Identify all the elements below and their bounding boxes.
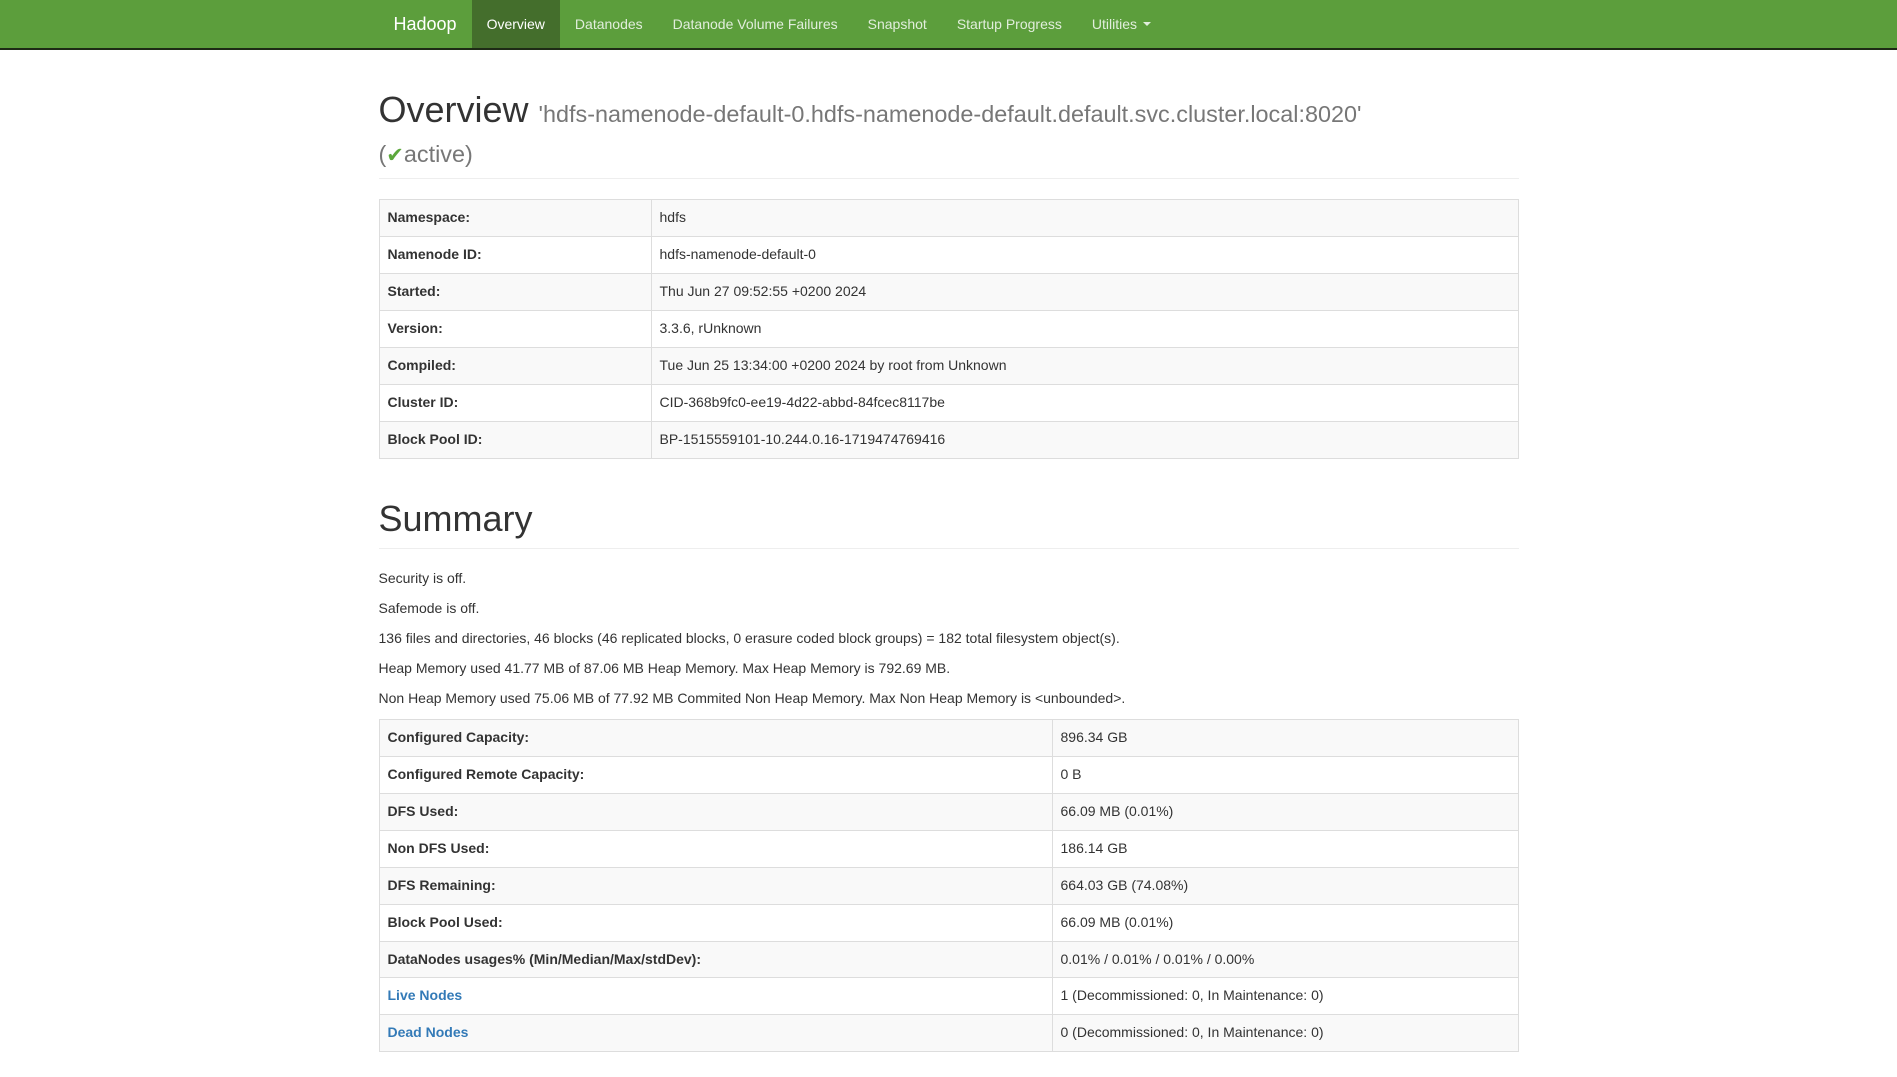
nav-tab-overview[interactable]: Overview	[472, 0, 560, 48]
table-row: Compiled: Tue Jun 25 13:34:00 +0200 2024…	[379, 348, 1518, 385]
info-value: hdfs-namenode-default-0	[651, 237, 1518, 274]
table-row: Configured Capacity: 896.34 GB	[379, 719, 1518, 756]
table-row: Namespace: hdfs	[379, 200, 1518, 237]
table-row: Started: Thu Jun 27 09:52:55 +0200 2024	[379, 274, 1518, 311]
summary-label: Non DFS Used:	[379, 830, 1052, 867]
info-label: Started:	[379, 274, 651, 311]
nav-dropdown-utilities-label: Utilities	[1092, 14, 1137, 34]
nav-tab-datanodes[interactable]: Datanodes	[560, 0, 658, 48]
table-row: Cluster ID: CID-368b9fc0-ee19-4d22-abbd-…	[379, 385, 1518, 422]
info-value: BP-1515559101-10.244.0.16-1719474769416	[651, 422, 1518, 459]
dead-nodes-link[interactable]: Dead Nodes	[388, 1024, 469, 1040]
navbar-container: Hadoop Overview Datanodes Datanode Volum…	[364, 0, 1534, 48]
nav-tab-startup-progress[interactable]: Startup Progress	[942, 0, 1077, 48]
summary-value: 0 (Decommissioned: 0, In Maintenance: 0)	[1052, 1015, 1518, 1052]
summary-label: Block Pool Used:	[379, 904, 1052, 941]
filesystem-objects-text: 136 files and directories, 46 blocks (46…	[379, 629, 1519, 649]
summary-label: DFS Remaining:	[379, 867, 1052, 904]
security-status-text: Security is off.	[379, 569, 1519, 589]
info-value: Thu Jun 27 09:52:55 +0200 2024	[651, 274, 1518, 311]
overview-page-header: Overview 'hdfs-namenode-default-0.hdfs-n…	[379, 90, 1519, 179]
nav-tab-overview-label: Overview	[487, 14, 545, 34]
active-check-icon: ✔	[386, 144, 404, 167]
table-row: Live Nodes 1 (Decommissioned: 0, In Main…	[379, 978, 1518, 1015]
navbar-menu: Overview Datanodes Datanode Volume Failu…	[472, 0, 1166, 48]
live-nodes-link[interactable]: Live Nodes	[388, 987, 463, 1003]
namenode-info-table: Namespace: hdfs Namenode ID: hdfs-nameno…	[379, 199, 1519, 459]
chevron-down-icon	[1143, 22, 1151, 26]
summary-label: DFS Used:	[379, 793, 1052, 830]
nav-tab-datanodes-label: Datanodes	[575, 14, 643, 34]
summary-value: 664.03 GB (74.08%)	[1052, 867, 1518, 904]
summary-value: 0.01% / 0.01% / 0.01% / 0.00%	[1052, 941, 1518, 978]
page-title-text: Overview	[379, 89, 529, 130]
summary-value: 896.34 GB	[1052, 719, 1518, 756]
top-navbar: Hadoop Overview Datanodes Datanode Volum…	[0, 0, 1897, 50]
summary-label: DataNodes usages% (Min/Median/Max/stdDev…	[379, 941, 1052, 978]
table-row: Dead Nodes 0 (Decommissioned: 0, In Main…	[379, 1015, 1518, 1052]
table-row: Configured Remote Capacity: 0 B	[379, 756, 1518, 793]
nav-tab-datanode-volume-failures-label: Datanode Volume Failures	[673, 14, 838, 34]
nav-tab-datanode-volume-failures[interactable]: Datanode Volume Failures	[658, 0, 853, 48]
table-row: Namenode ID: hdfs-namenode-default-0	[379, 237, 1518, 274]
heap-memory-text: Heap Memory used 41.77 MB of 87.06 MB He…	[379, 659, 1519, 679]
info-label: Namespace:	[379, 200, 651, 237]
non-heap-memory-text: Non Heap Memory used 75.06 MB of 77.92 M…	[379, 689, 1519, 709]
nav-tab-startup-progress-label: Startup Progress	[957, 14, 1062, 34]
info-label: Compiled:	[379, 348, 651, 385]
summary-table: Configured Capacity: 896.34 GB Configure…	[379, 719, 1519, 1053]
namenode-address: 'hdfs-namenode-default-0.hdfs-namenode-d…	[539, 101, 1362, 127]
table-row: DFS Remaining: 664.03 GB (74.08%)	[379, 867, 1518, 904]
table-row: Non DFS Used: 186.14 GB	[379, 830, 1518, 867]
paren-close: )	[465, 141, 473, 167]
nav-dropdown-utilities[interactable]: Utilities	[1077, 0, 1166, 48]
summary-label: Live Nodes	[379, 978, 1052, 1015]
table-row: Block Pool ID: BP-1515559101-10.244.0.16…	[379, 422, 1518, 459]
summary-value: 66.09 MB (0.01%)	[1052, 793, 1518, 830]
summary-value: 1 (Decommissioned: 0, In Maintenance: 0)	[1052, 978, 1518, 1015]
info-value: Tue Jun 25 13:34:00 +0200 2024 by root f…	[651, 348, 1518, 385]
brand-hadoop[interactable]: Hadoop	[379, 0, 472, 48]
summary-value: 186.14 GB	[1052, 830, 1518, 867]
summary-label: Configured Remote Capacity:	[379, 756, 1052, 793]
nav-tab-snapshot-label: Snapshot	[868, 14, 927, 34]
info-value: 3.3.6, rUnknown	[651, 311, 1518, 348]
info-label: Version:	[379, 311, 651, 348]
namenode-state: (✔active)	[379, 141, 473, 167]
summary-page-header: Summary	[379, 499, 1519, 549]
summary-value: 0 B	[1052, 756, 1518, 793]
state-label: active	[404, 141, 465, 167]
summary-heading: Summary	[379, 499, 1519, 539]
summary-label: Configured Capacity:	[379, 719, 1052, 756]
main-content: Overview 'hdfs-namenode-default-0.hdfs-n…	[364, 90, 1534, 1052]
info-label: Namenode ID:	[379, 237, 651, 274]
info-label: Block Pool ID:	[379, 422, 651, 459]
table-row: Version: 3.3.6, rUnknown	[379, 311, 1518, 348]
summary-value: 66.09 MB (0.01%)	[1052, 904, 1518, 941]
info-value: CID-368b9fc0-ee19-4d22-abbd-84fcec8117be	[651, 385, 1518, 422]
nav-tab-snapshot[interactable]: Snapshot	[853, 0, 942, 48]
page-title: Overview 'hdfs-namenode-default-0.hdfs-n…	[379, 90, 1519, 169]
summary-label: Dead Nodes	[379, 1015, 1052, 1052]
info-value: hdfs	[651, 200, 1518, 237]
table-row: DataNodes usages% (Min/Median/Max/stdDev…	[379, 941, 1518, 978]
safemode-status-text: Safemode is off.	[379, 599, 1519, 619]
table-row: Block Pool Used: 66.09 MB (0.01%)	[379, 904, 1518, 941]
info-label: Cluster ID:	[379, 385, 651, 422]
table-row: DFS Used: 66.09 MB (0.01%)	[379, 793, 1518, 830]
